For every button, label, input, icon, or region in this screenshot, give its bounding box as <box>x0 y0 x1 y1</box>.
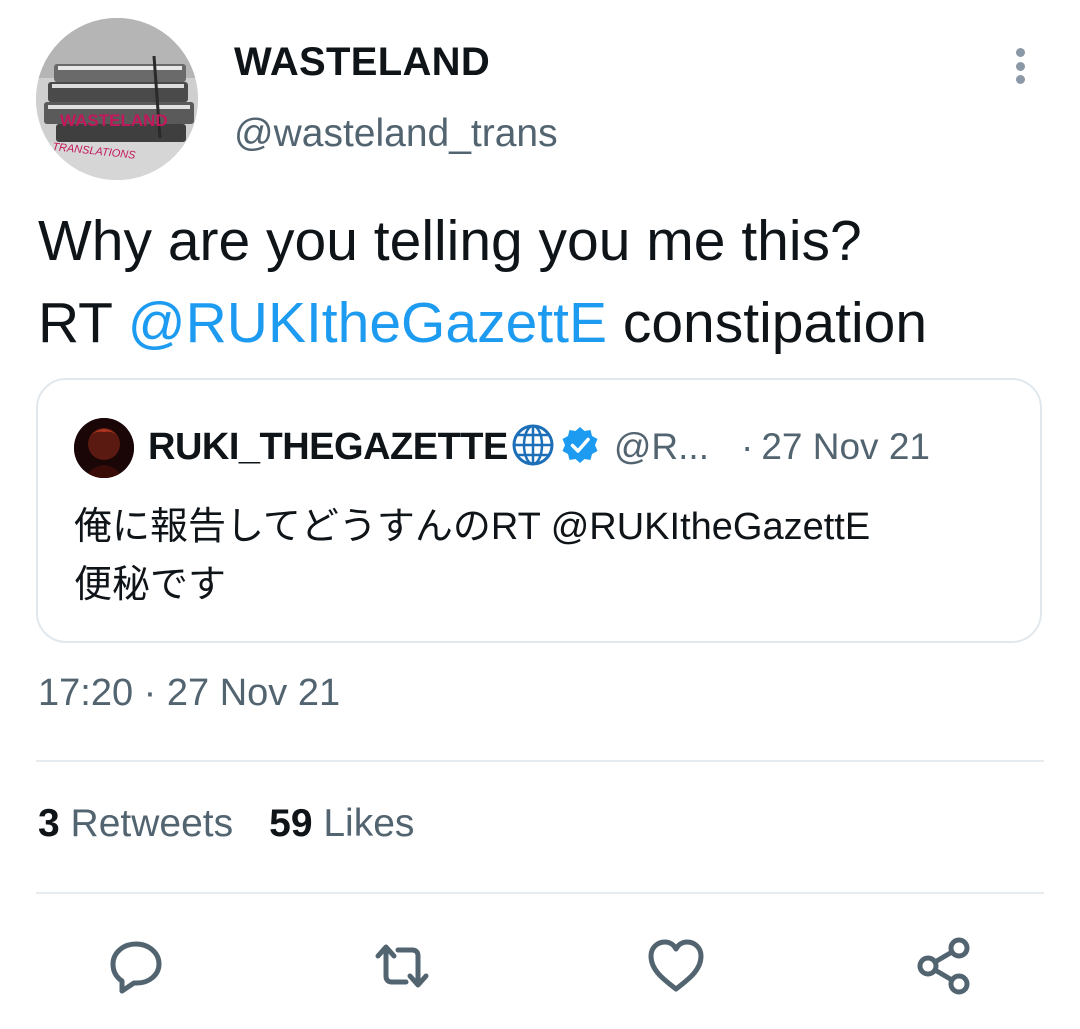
more-vertical-icon <box>1015 48 1025 57</box>
likes-label: Likes <box>323 802 415 845</box>
quoted-avatar-image <box>74 418 134 478</box>
retweets-label: Retweets <box>70 802 234 845</box>
likes-count: 59 <box>269 802 313 845</box>
retweets-stat[interactable]: 3 Retweets <box>38 802 233 845</box>
tweet-rt-label: RT <box>38 291 112 355</box>
reply-button[interactable] <box>104 934 168 998</box>
quoted-text-line2: 便秘です <box>74 564 227 606</box>
share-button[interactable] <box>912 934 976 998</box>
retweets-count: 3 <box>38 802 60 845</box>
tweet-text-line2: RT @RUKItheGazettE constipation <box>38 282 1058 364</box>
tweet-text: Why are you telling you me this? RT @RUK… <box>38 200 1058 364</box>
quoted-separator: · <box>740 426 754 467</box>
quoted-tweet-date[interactable]: 27 Nov 21 <box>761 426 930 468</box>
like-button[interactable] <box>644 934 708 998</box>
divider <box>36 892 1044 894</box>
quoted-text-line1: 俺に報告してどうすんのRT @RUKItheGazettE <box>74 506 871 548</box>
quoted-tweet-text: 俺に報告してどうすんのRT @RUKItheGazettE 便秘です <box>74 498 1014 614</box>
heart-icon <box>648 939 704 992</box>
quoted-author-handle[interactable]: @R... <box>614 426 709 468</box>
quoted-tweet-card[interactable]: RUKI_THEGAZETTE @R... · 27 Nov 21 俺に報告して… <box>36 378 1042 643</box>
quoted-author-avatar[interactable] <box>74 418 134 478</box>
author-handle[interactable]: @wasteland_trans <box>234 112 558 156</box>
tweet-mention-link[interactable]: @RUKItheGazettE <box>128 291 607 355</box>
tweet-stats: 3 Retweets 59 Likes <box>38 802 414 846</box>
share-icon <box>917 937 970 995</box>
likes-stat[interactable]: 59 Likes <box>269 802 414 845</box>
author-avatar[interactable]: WASTELAND TRANSLATIONS <box>36 18 198 180</box>
tweet-text-line1: Why are you telling you me this? <box>38 209 862 273</box>
verified-badge-icon <box>560 425 600 470</box>
avatar-image: WASTELAND TRANSLATIONS <box>36 18 198 180</box>
tweet-timestamp[interactable]: 17:20 · 27 Nov 21 <box>38 672 340 715</box>
retweet-button[interactable] <box>370 934 434 998</box>
tweet-text-tail: constipation <box>622 291 928 355</box>
quoted-tweet-header: RUKI_THEGAZETTE @R... · 27 Nov 21 <box>148 422 930 472</box>
avatar-text-line1: WASTELAND <box>60 111 168 130</box>
divider <box>36 760 1044 762</box>
retweet-icon <box>375 944 429 988</box>
globe-icon <box>510 422 556 473</box>
more-options-button[interactable] <box>1004 44 1036 88</box>
reply-icon <box>110 941 162 994</box>
quoted-author-name[interactable]: RUKI_THEGAZETTE <box>148 426 508 469</box>
author-display-name[interactable]: WASTELAND <box>234 40 490 85</box>
